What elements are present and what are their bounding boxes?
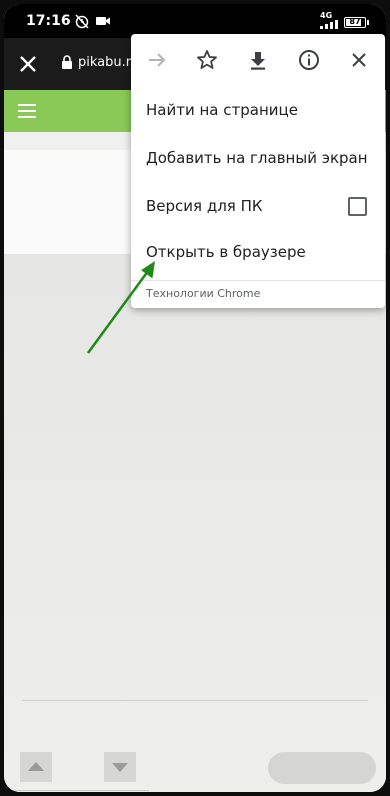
menu-item-label: Добавить на главный экран <box>146 149 368 167</box>
menu-item-find-in-page[interactable]: Найти на странице <box>131 88 385 134</box>
lock-icon <box>62 55 72 69</box>
menu-footer-divider <box>131 280 385 281</box>
arrow-up-icon <box>28 762 44 771</box>
page-down-button[interactable] <box>104 752 136 782</box>
star-icon[interactable] <box>195 48 219 72</box>
menu-icons-row <box>131 34 385 86</box>
menu-item-label: Найти на странице <box>146 101 298 119</box>
desktop-version-checkbox[interactable] <box>348 197 367 216</box>
bottom-divider <box>22 700 368 701</box>
menu-item-open-in-browser[interactable]: Открыть в браузере <box>131 230 385 276</box>
hamburger-menu-icon[interactable] <box>18 104 36 118</box>
network-type: 4G <box>320 11 333 20</box>
menu-item-add-to-home[interactable]: Добавить на главный экран <box>131 136 385 182</box>
pill-button[interactable] <box>268 752 376 784</box>
menu-item-desktop-version[interactable]: Версия для ПК <box>131 184 385 230</box>
menu-footer: Технологии Chrome <box>146 287 261 300</box>
bottom-underline <box>4 790 149 791</box>
menu-item-label: Открыть в браузере <box>146 243 306 261</box>
battery-icon: 87 <box>344 17 366 28</box>
close-menu-icon[interactable] <box>347 48 371 72</box>
status-bar: 17:16 4G 87 <box>4 4 386 38</box>
status-time: 17:16 <box>26 13 71 29</box>
device-frame: 17:16 4G 87 pikabu.ru Найти на странице … <box>0 0 390 796</box>
signal-icon <box>320 20 338 29</box>
download-icon[interactable] <box>246 48 270 72</box>
arrow-down-icon <box>112 763 128 772</box>
forward-icon[interactable] <box>145 48 169 72</box>
page-content <box>4 254 386 792</box>
overflow-menu: Найти на странице Добавить на главный эк… <box>131 34 385 308</box>
alarm-off-icon <box>75 14 89 29</box>
battery-percent: 87 <box>349 17 361 26</box>
close-tab-button[interactable] <box>16 52 40 76</box>
menu-item-label: Версия для ПК <box>146 197 263 215</box>
screen: 17:16 4G 87 pikabu.ru Найти на странице … <box>4 4 386 792</box>
video-recording-icon <box>96 17 110 25</box>
page-up-button[interactable] <box>20 752 52 782</box>
battery-tip <box>367 20 369 25</box>
info-icon[interactable] <box>297 48 321 72</box>
